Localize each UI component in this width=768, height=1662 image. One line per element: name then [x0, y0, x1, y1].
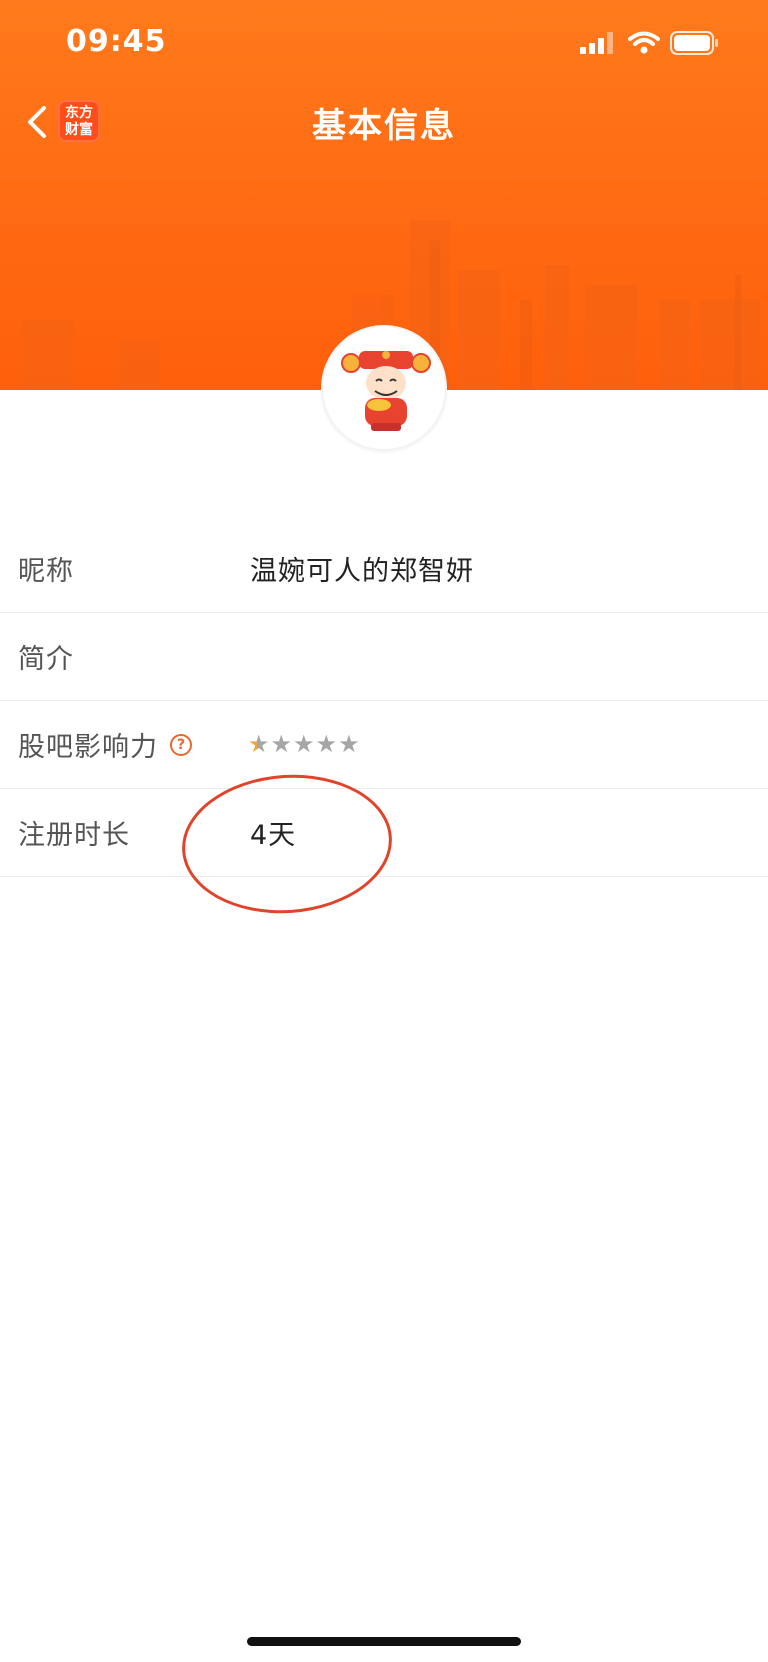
- wifi-icon: [628, 31, 660, 54]
- battery-icon: [670, 31, 718, 55]
- star-icon: ★: [248, 730, 271, 758]
- registration-duration-label: 注册时长: [18, 820, 130, 851]
- status-bar: 09:45: [0, 0, 768, 88]
- page: 09:45 东方 财富 基本信息 昵称 温婉可人的郑智妍 简介 股吧影响力 ? …: [0, 0, 768, 1662]
- user-avatar[interactable]: [321, 325, 447, 451]
- question-circle-icon[interactable]: ?: [170, 734, 192, 756]
- influence-rating: ★★★★★: [248, 730, 361, 758]
- star-icon: ★: [293, 730, 316, 758]
- star-icon: ★: [338, 730, 361, 758]
- app-logo: 东方 财富: [58, 100, 100, 142]
- page-title: 基本信息: [312, 106, 456, 146]
- influence-row: 股吧影响力 ? ★★★★★: [0, 701, 768, 789]
- avatar-cartoon-image: [341, 351, 431, 431]
- nav-bar: 东方 财富 基本信息: [0, 92, 768, 152]
- app-logo-line2: 财富: [65, 122, 93, 138]
- status-time: 09:45: [66, 24, 167, 59]
- star-icon: ★: [270, 730, 294, 758]
- influence-label: 股吧影响力: [18, 732, 158, 763]
- nickname-label: 昵称: [18, 556, 74, 587]
- cellular-signal-icon: [580, 32, 613, 54]
- nickname-value: 温婉可人的郑智妍: [250, 556, 474, 587]
- bio-row[interactable]: 简介: [0, 613, 768, 701]
- bio-label: 简介: [18, 644, 74, 675]
- nickname-row[interactable]: 昵称 温婉可人的郑智妍: [0, 525, 768, 613]
- back-chevron-icon[interactable]: [18, 102, 58, 142]
- star-icon: ★: [315, 730, 339, 758]
- app-logo-line1: 东方: [65, 105, 93, 121]
- home-indicator[interactable]: [247, 1637, 521, 1646]
